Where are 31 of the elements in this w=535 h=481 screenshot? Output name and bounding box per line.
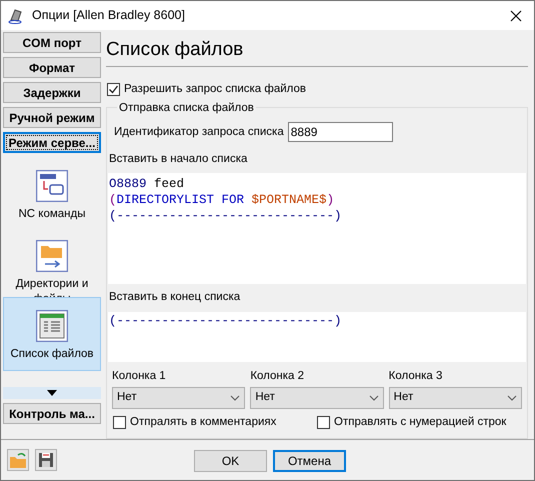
code-editor[interactable]: (-----------------------------) [108,312,526,362]
column-dropdown[interactable]: Нет [250,386,384,409]
request-id-field[interactable]: 8889 [288,122,393,142]
field-label: Идентификатор запроса списка [114,124,284,140]
column-dropdown[interactable]: Нет [112,386,246,409]
sidebar-button[interactable]: Режим серве... [3,132,101,153]
sidebar-button[interactable]: Формат [3,57,101,78]
column-label: Колонка 2 [250,368,304,384]
page-title: Список файлов [106,38,244,62]
ok-button[interactable]: OK [194,450,267,472]
code-line: (-----------------------------) [109,312,342,328]
column-label: Колонка 3 [388,368,442,384]
sidebar-button[interactable]: Задержки [3,82,101,103]
column-label: Колонка 1 [112,368,166,384]
field-label: Вставить в конец списка [109,290,240,305]
cancel-button[interactable]: Отмена [273,450,346,472]
code-line: (-----------------------------) [109,208,342,224]
sidebar-tile[interactable]: NC команды [3,157,101,223]
code-line: (DIRECTORYLIST FOR $PORTNAME$) [109,192,334,208]
sidebar-button[interactable]: COM порт [3,32,101,53]
sidebar-button[interactable]: Контроль ма... [3,403,101,424]
sidebar-button[interactable]: Ручной режим [3,107,101,128]
checkbox-label: Разрешить запрос списка файлов [124,82,306,97]
field-label: Вставить в начало списка [109,152,248,168]
window-title: Опции [Allen Bradley 8600] [32,7,185,24]
sidebar-tile[interactable]: Список файлов [3,297,101,371]
checkbox-label: Отпралять в комментариях [130,414,276,430]
checkbox-label: Отправлять с нумерацией строк [334,414,506,430]
column-dropdown[interactable]: Нет [388,386,522,409]
code-line: O8889 feed [109,176,184,192]
code-editor[interactable]: O8889 feed (DIRECTORYLIST FOR $PORTNAME$) (-----------------------------) [108,172,526,284]
